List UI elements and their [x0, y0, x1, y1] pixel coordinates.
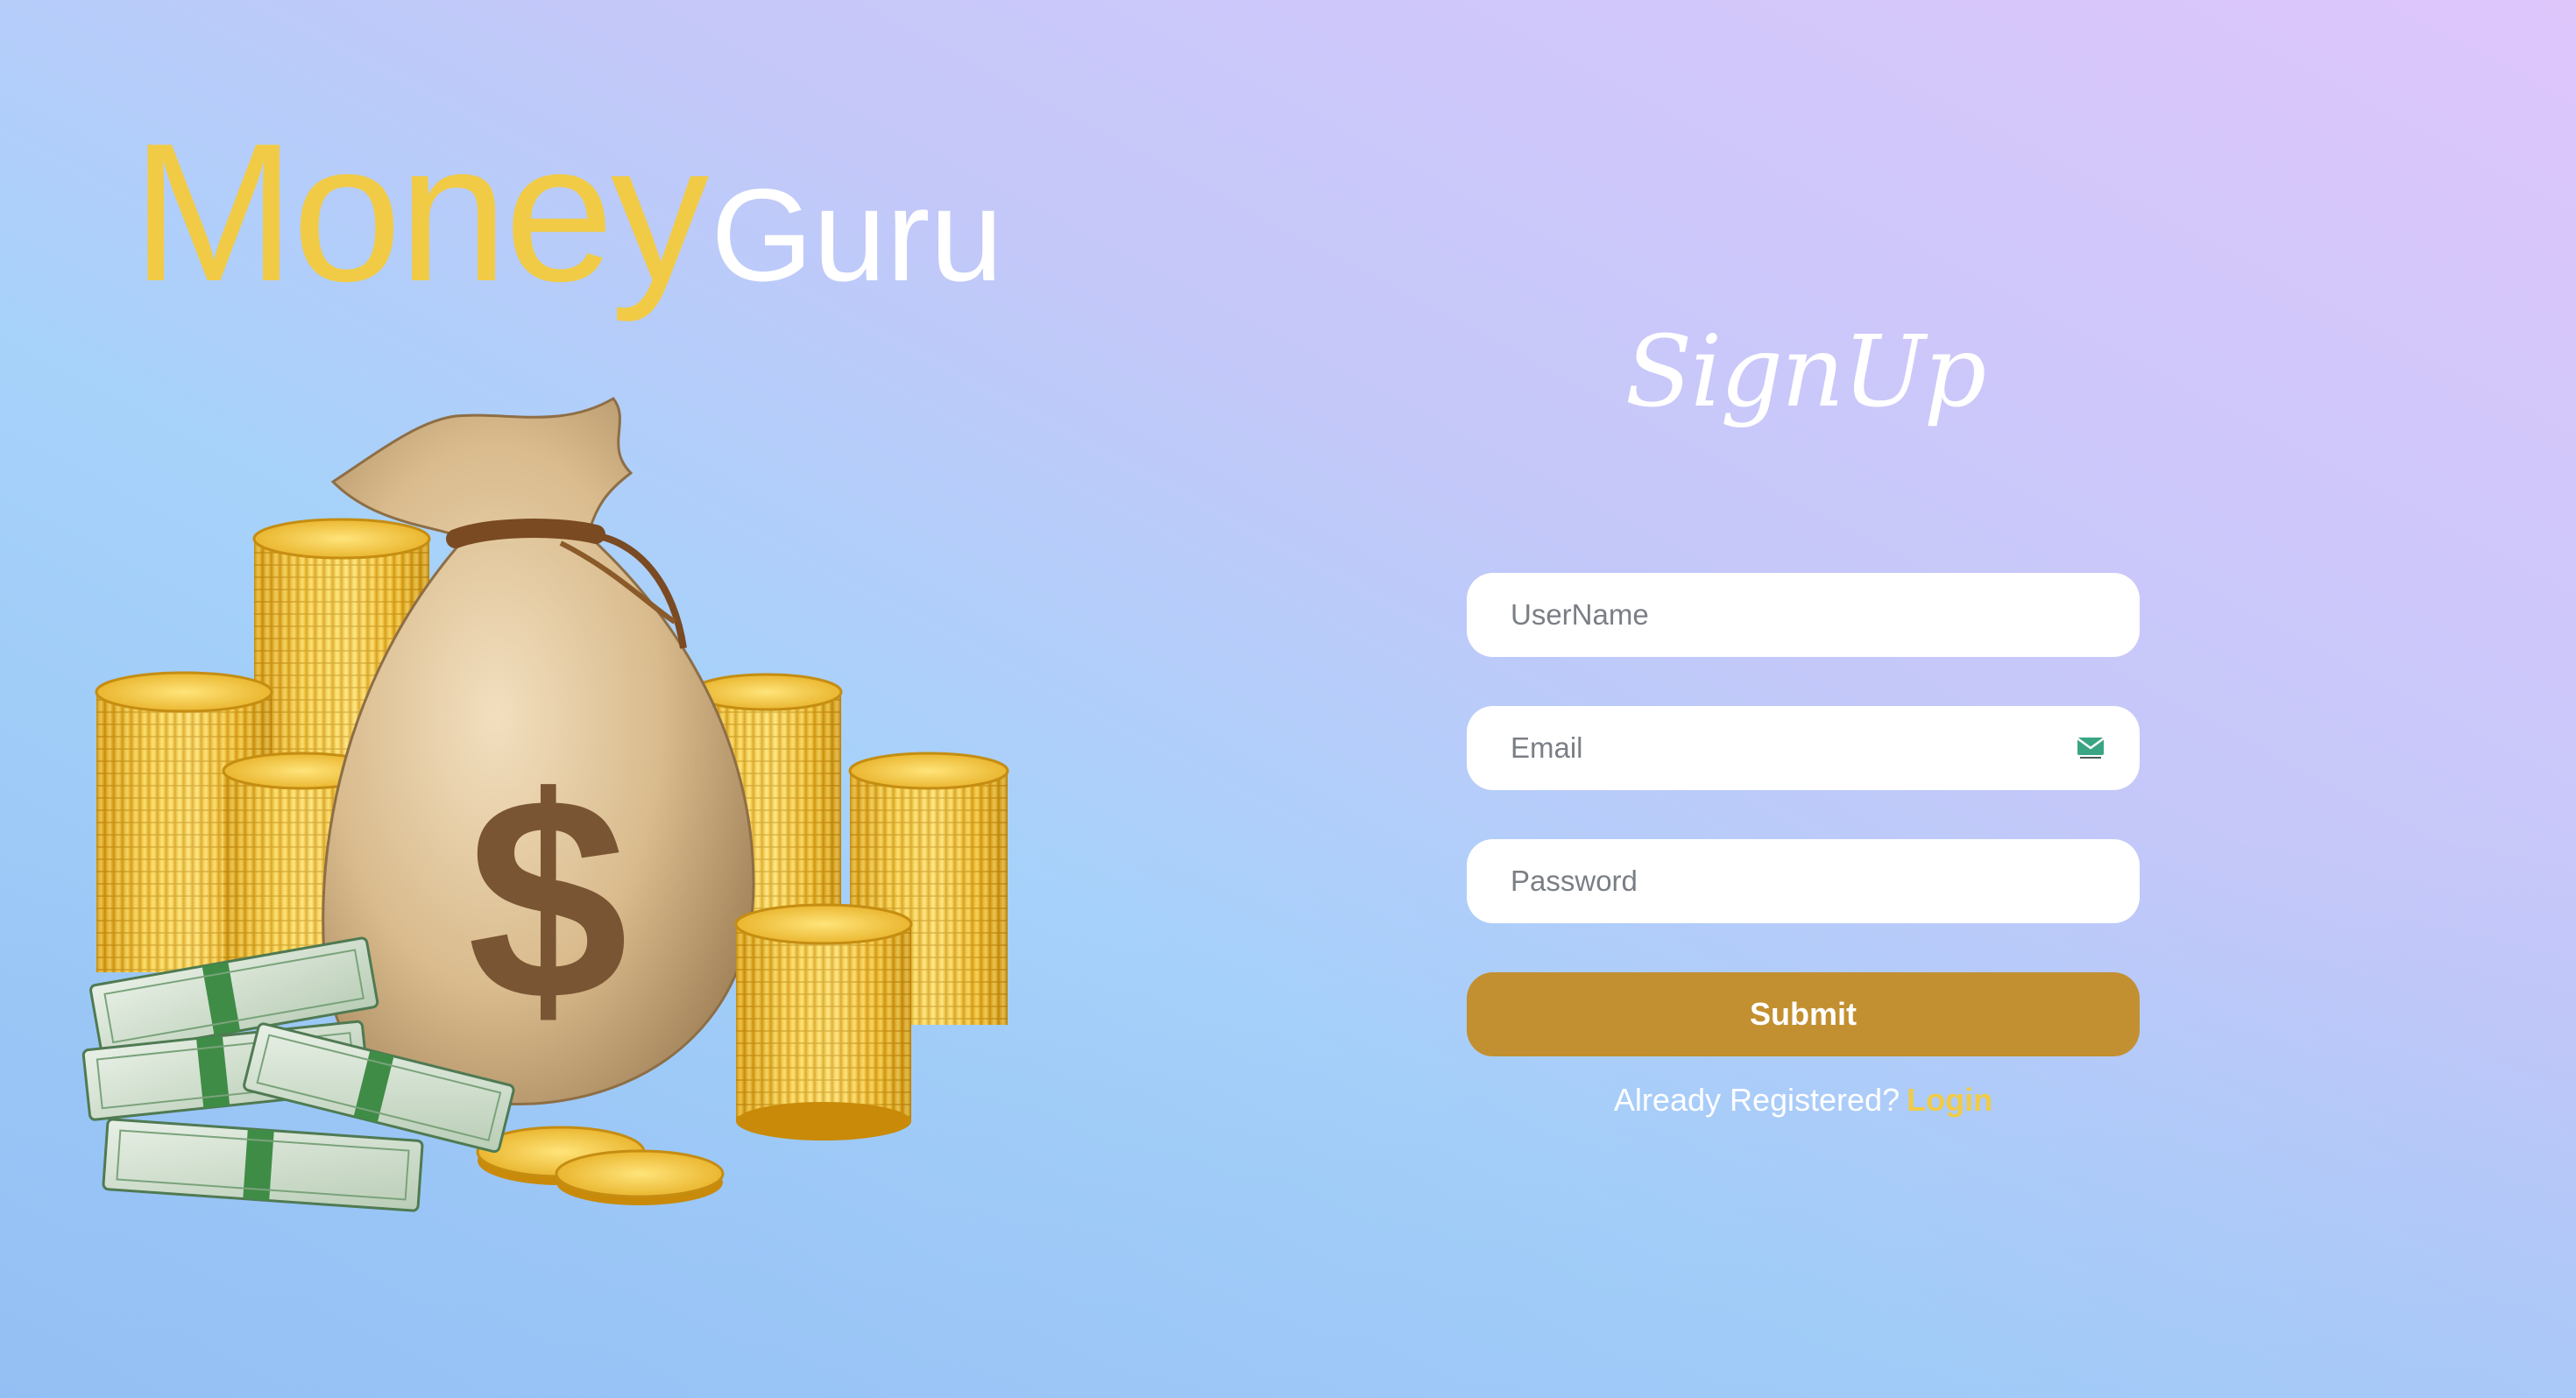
- username-input[interactable]: [1509, 597, 2098, 632]
- brand-name-guru: Guru: [711, 161, 1003, 308]
- brand-logo: MoneyGuru: [131, 114, 1003, 311]
- email-field[interactable]: [1467, 706, 2140, 790]
- login-link[interactable]: Login: [1907, 1082, 1992, 1118]
- submit-button[interactable]: Submit: [1467, 972, 2140, 1056]
- already-registered-row: Already Registered? Login: [1467, 1082, 2140, 1119]
- password-field[interactable]: [1467, 839, 2140, 923]
- coin-stack: [734, 903, 913, 1140]
- money-bag: $: [322, 397, 755, 1105]
- loose-coins: [476, 1126, 725, 1205]
- password-input[interactable]: [1509, 864, 2098, 899]
- username-field[interactable]: [1467, 573, 2140, 657]
- already-registered-text: Already Registered?: [1613, 1082, 1900, 1118]
- signup-title: SignUp: [1624, 315, 1986, 429]
- email-input[interactable]: [1509, 731, 2098, 766]
- dollar-sign: $: [467, 737, 628, 1060]
- mail-icon: [2077, 737, 2105, 759]
- brand-name-money: Money: [131, 102, 709, 322]
- money-bag-illustration: $: [81, 397, 1009, 1212]
